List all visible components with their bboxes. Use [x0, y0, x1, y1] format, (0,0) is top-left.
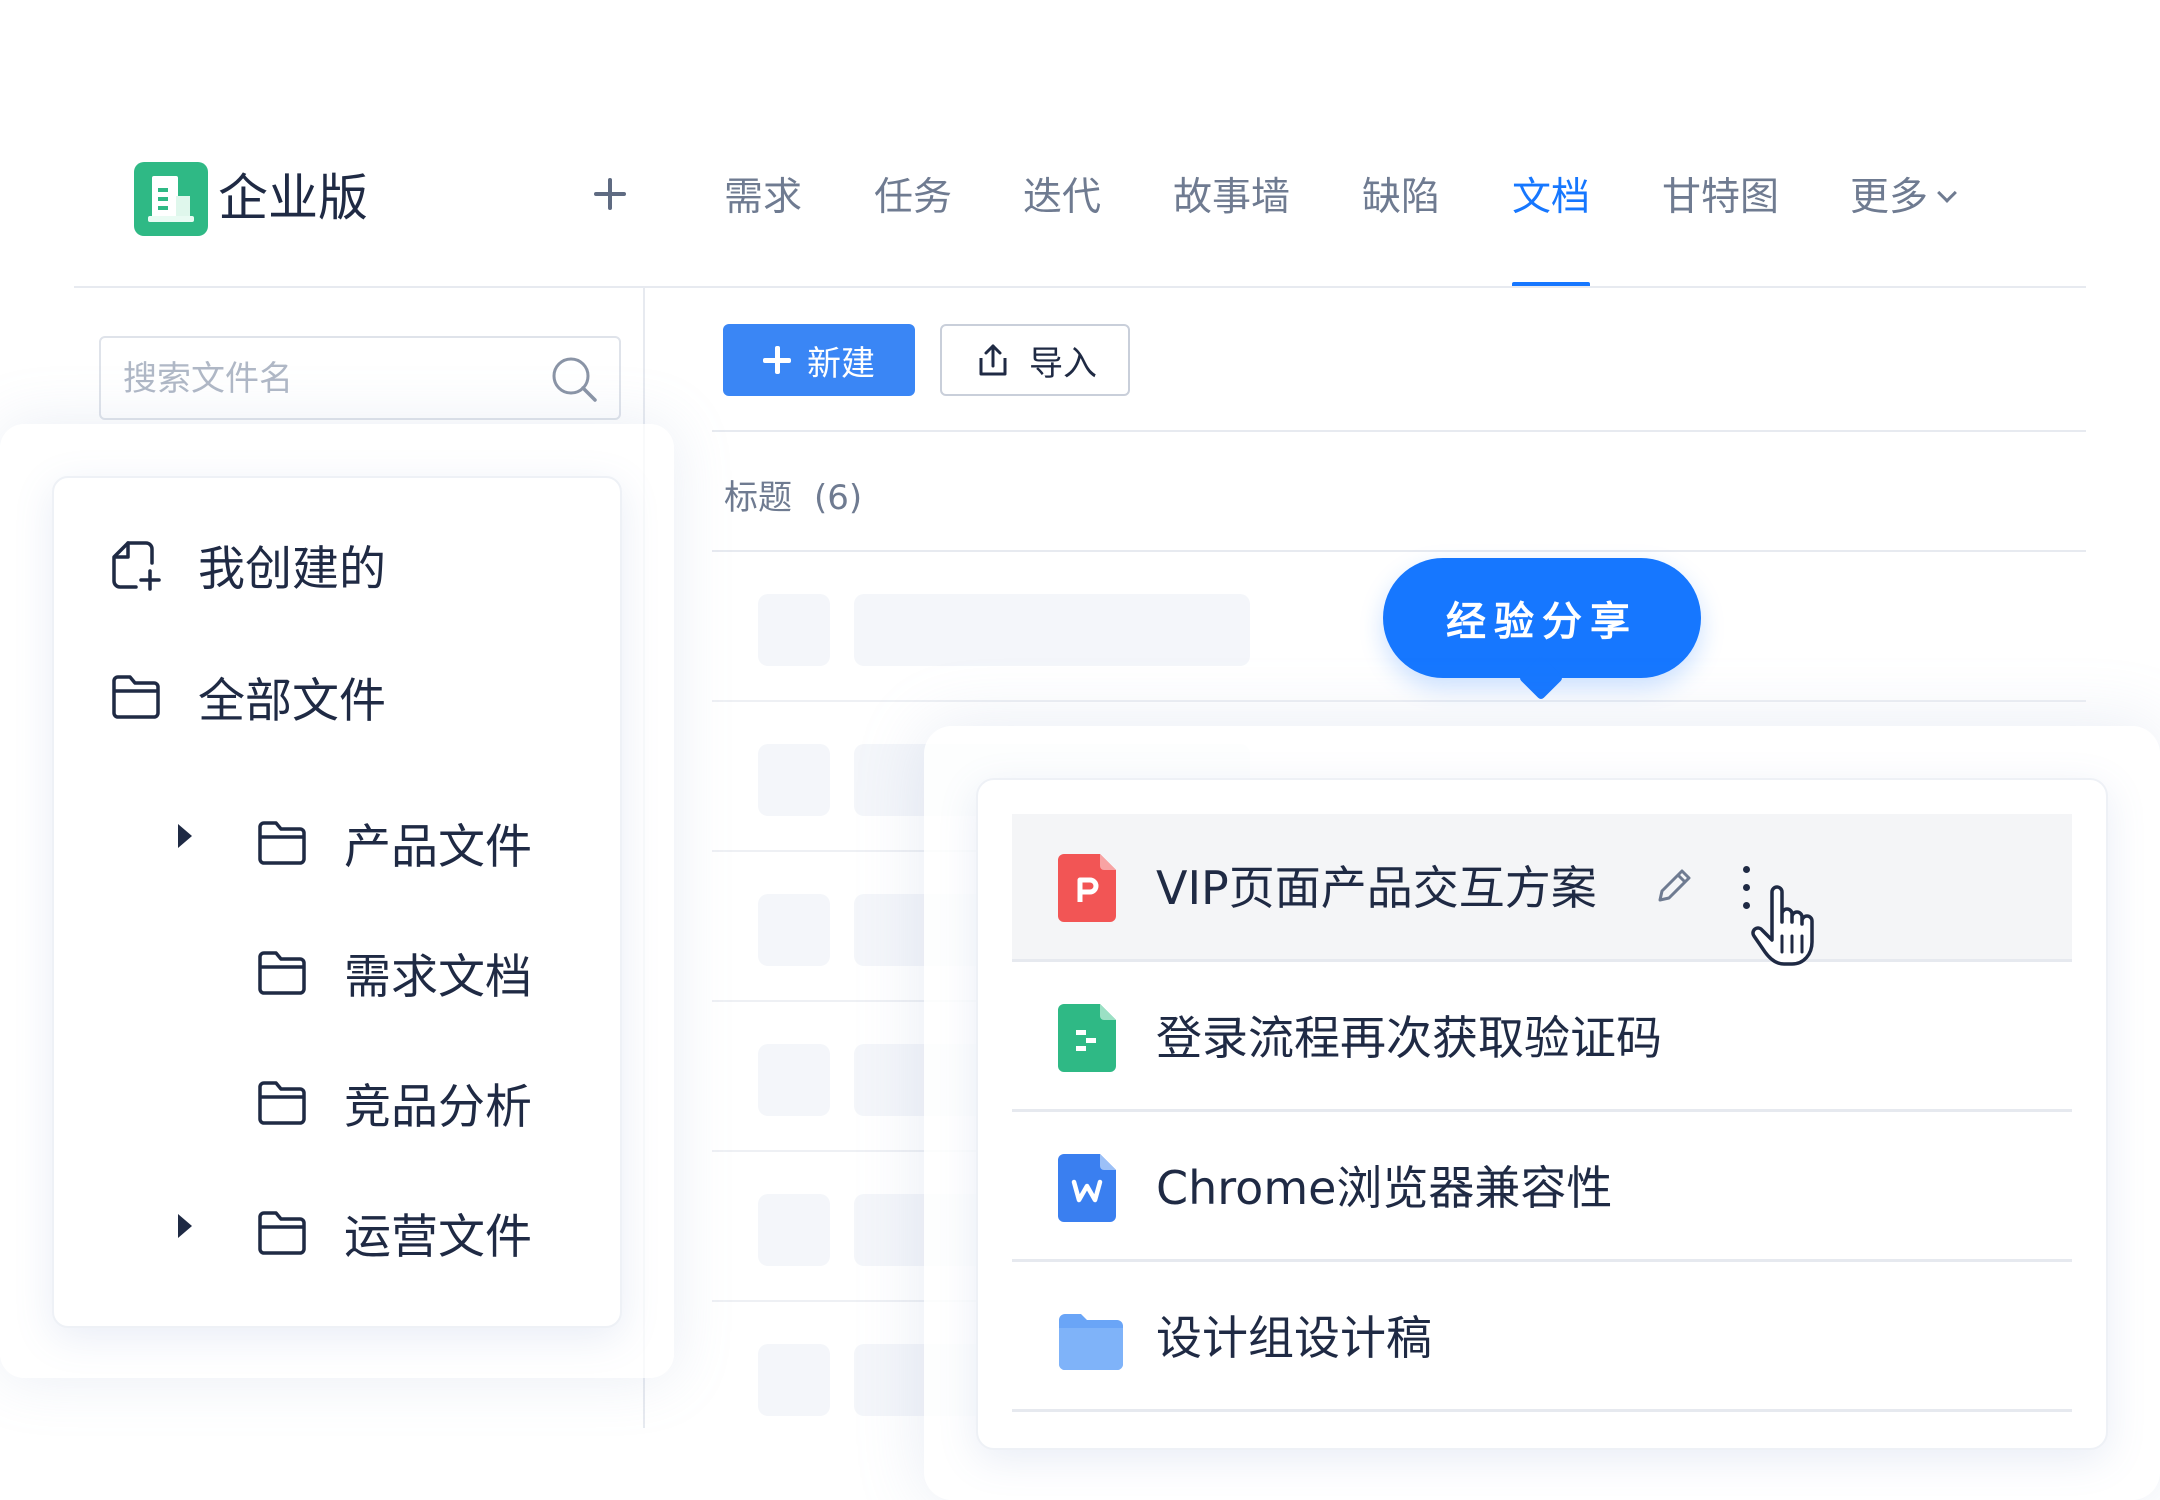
folder-label: 产品文件 — [344, 820, 532, 875]
sidebar-item-label: 全部文件 — [198, 674, 386, 729]
tab-more[interactable]: 更多 — [1850, 172, 1957, 224]
tab-requirements[interactable]: 需求 — [724, 172, 802, 224]
import-button[interactable]: 导入 — [940, 324, 1130, 396]
tab-documents[interactable]: 文档 — [1512, 172, 1590, 224]
import-button-label: 导入 — [1029, 343, 1097, 384]
new-button-label: 新建 — [807, 343, 875, 384]
document-row[interactable]: VIP页面产品交互方案 — [1012, 814, 2072, 962]
hand-pointer-cursor-icon — [1751, 885, 1814, 966]
expand-caret-icon[interactable] — [178, 1214, 192, 1238]
document-count: (6) — [814, 478, 863, 518]
file-search-box — [99, 336, 621, 420]
tab-story-wall[interactable]: 故事墙 — [1173, 172, 1290, 224]
sidebar-item-all-files[interactable]: 全部文件 — [108, 662, 386, 731]
folder-icon — [258, 820, 306, 865]
edition-label: 企业版 — [218, 169, 368, 227]
add-tab-plus-icon[interactable] — [588, 172, 632, 216]
folder-item-competitor-analysis[interactable]: 竞品分析 — [254, 1068, 532, 1137]
upload-icon — [979, 344, 1007, 376]
folder-label: 运营文件 — [344, 1210, 532, 1265]
pencil-edit-icon[interactable] — [1652, 864, 1696, 908]
file-add-icon — [112, 540, 161, 591]
folder-icon — [258, 950, 306, 995]
column-title-label: 标题 — [724, 478, 792, 518]
tab-more-label: 更多 — [1850, 175, 1929, 220]
header-divider — [74, 286, 2086, 288]
document-name[interactable]: Chrome浏览器兼容性 — [1156, 1158, 1612, 1218]
folder-icon — [258, 1080, 306, 1125]
word-file-icon — [1058, 1154, 1116, 1222]
document-row[interactable]: 设计组设计稿 — [1012, 1264, 2072, 1412]
document-row[interactable]: Chrome浏览器兼容性 — [1012, 1114, 2072, 1262]
new-button[interactable]: 新建 — [723, 324, 915, 396]
tab-gantt[interactable]: 甘特图 — [1662, 172, 1779, 224]
tab-defects[interactable]: 缺陷 — [1362, 172, 1440, 224]
search-icon[interactable] — [549, 354, 599, 404]
sidebar-item-created-by-me[interactable]: 我创建的 — [108, 530, 386, 599]
expand-caret-icon[interactable] — [178, 824, 192, 848]
document-row[interactable]: 登录流程再次获取验证码 — [1012, 964, 2072, 1112]
tab-iterations[interactable]: 迭代 — [1023, 172, 1101, 224]
folder-item-operations-files[interactable]: 运营文件 — [254, 1198, 532, 1267]
experience-share-tooltip: 经验分享 — [1383, 558, 1701, 678]
folder-icon — [112, 674, 160, 719]
plus-icon — [763, 346, 791, 374]
list-top-divider — [712, 430, 2086, 432]
top-navigation-bar: 企业版 需求 任务 迭代 故事墙 缺陷 文档 甘特图 更多 — [0, 0, 2160, 290]
list-header: 标题 (6) — [724, 470, 862, 519]
enterprise-logo-icon — [134, 162, 208, 236]
folder-label: 需求文档 — [344, 950, 532, 1005]
folder-filled-icon — [1059, 1314, 1123, 1370]
mindmap-file-icon — [1058, 1004, 1116, 1072]
search-input[interactable] — [123, 356, 523, 402]
sidebar-item-label: 我创建的 — [198, 542, 386, 597]
folder-item-requirement-docs[interactable]: 需求文档 — [254, 938, 532, 1007]
folder-label: 竞品分析 — [344, 1080, 532, 1135]
tab-tasks[interactable]: 任务 — [874, 172, 952, 224]
ppt-file-icon — [1058, 854, 1116, 922]
document-name[interactable]: 设计组设计稿 — [1156, 1308, 1432, 1368]
chevron-down-icon — [1937, 183, 1957, 203]
folder-icon — [258, 1210, 306, 1255]
document-name[interactable]: 登录流程再次获取验证码 — [1156, 1008, 1662, 1068]
folder-item-product-files[interactable]: 产品文件 — [254, 808, 532, 877]
document-name[interactable]: VIP页面产品交互方案 — [1156, 858, 1597, 918]
